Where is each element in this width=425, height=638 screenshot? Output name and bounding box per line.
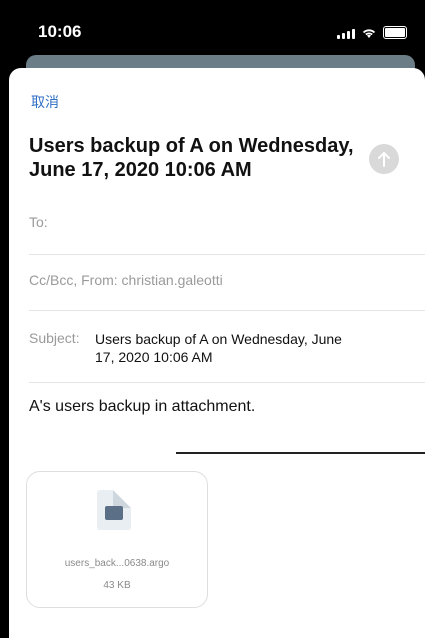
subject-label: Subject: [29,330,80,346]
status-bar: 10:06 [0,0,425,62]
subject-value[interactable]: Users backup of A on Wednesday, June 17,… [95,330,365,366]
compose-title: Users backup of A on Wednesday, June 17,… [29,135,354,181]
cancel-button[interactable]: 取消 [31,92,59,112]
message-body[interactable]: A's users backup in attachment. [29,398,255,416]
to-field[interactable]: To: [29,214,425,255]
status-icons [337,26,407,39]
annotation-pointer-line [176,452,425,454]
attachment-file-name: users_back...0638.argo [64,558,170,569]
file-icon [97,490,131,530]
cellular-signal-icon [337,29,355,39]
attachment-card[interactable]: users_back...0638.argo 43 KB [26,471,208,608]
cc-bcc-from-label: Cc/Bcc, From: christian.galeotti [29,272,223,288]
send-button[interactable] [369,144,399,174]
cc-bcc-from-field[interactable]: Cc/Bcc, From: christian.galeotti [29,254,425,311]
battery-icon [383,26,407,39]
arrow-up-icon [378,152,390,167]
attachment-file-size: 43 KB [103,580,131,591]
wifi-icon [362,29,376,38]
to-label: To: [29,214,48,230]
mail-compose-sheet: 取消 Users backup of A on Wednesday, June … [9,68,425,638]
subject-field[interactable]: Subject: Users backup of A on Wednesday,… [29,310,425,383]
status-time: 10:06 [38,22,82,41]
